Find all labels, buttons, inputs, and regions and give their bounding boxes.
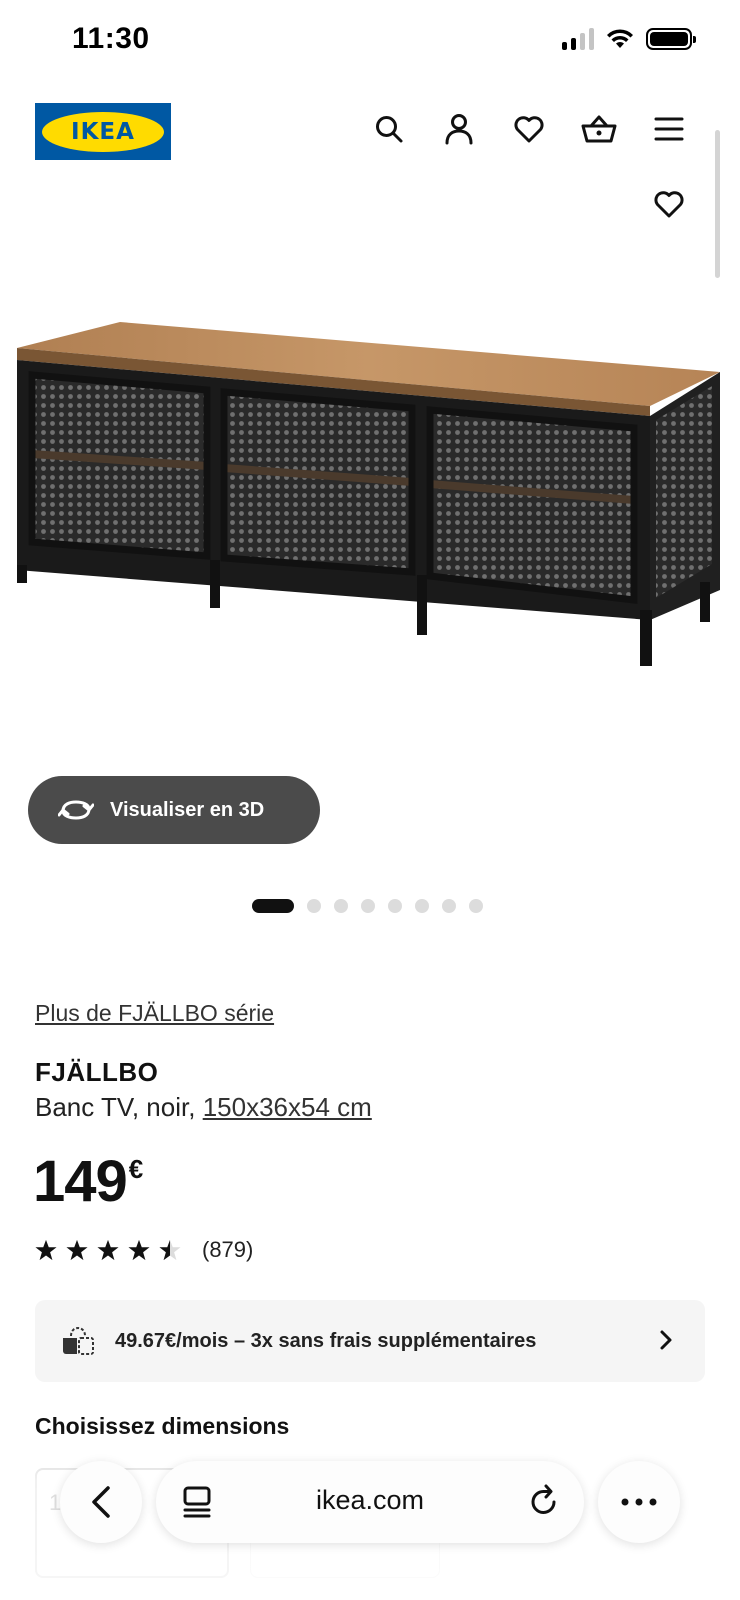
reload-icon[interactable]	[528, 1484, 560, 1518]
product-name: FJÄLLBO	[35, 1057, 159, 1087]
status-time: 11:30	[72, 22, 150, 55]
price-currency: €	[128, 1154, 144, 1184]
rotate-3d-icon	[58, 800, 94, 820]
product-price: 149€	[33, 1148, 144, 1215]
review-count[interactable]: (879)	[202, 1237, 253, 1263]
basket-icon[interactable]	[580, 110, 618, 148]
star-full-icon	[97, 1239, 119, 1261]
carousel-dot[interactable]	[361, 899, 375, 913]
account-icon[interactable]	[440, 110, 478, 148]
view-3d-label: Visualiser en 3D	[110, 798, 265, 821]
product-description: Banc TV, noir, 150x36x54 cm	[35, 1092, 372, 1123]
header-icons	[370, 110, 688, 148]
url-text: ikea.com	[315, 1485, 425, 1515]
site-header: IKEA	[0, 100, 740, 160]
price-amount: 149	[33, 1149, 128, 1214]
star-full-icon	[35, 1239, 57, 1261]
carousel-dot[interactable]	[415, 899, 429, 913]
battery-icon	[646, 28, 696, 50]
star-half-icon	[159, 1239, 181, 1261]
star-full-icon	[66, 1239, 88, 1261]
product-dimensions-link[interactable]: 150x36x54 cm	[203, 1092, 372, 1122]
star-full-icon	[128, 1239, 150, 1261]
address-bar[interactable]: ikea.com	[156, 1461, 584, 1543]
wifi-icon	[607, 29, 633, 48]
product-image[interactable]	[12, 320, 728, 680]
menu-icon[interactable]	[650, 110, 688, 148]
more-icon	[621, 1498, 657, 1506]
heart-icon	[654, 191, 684, 218]
product-type: Banc TV, noir,	[35, 1092, 196, 1122]
cellular-signal-icon	[562, 28, 594, 50]
chevron-right-icon	[660, 1330, 672, 1350]
carousel-dot[interactable]	[334, 899, 348, 913]
add-to-favourites-button[interactable]	[650, 185, 688, 223]
carousel-dot[interactable]	[307, 899, 321, 913]
browser-back-button[interactable]	[60, 1461, 142, 1543]
view-3d-button[interactable]: Visualiser en 3D	[28, 776, 320, 844]
installment-icon	[63, 1326, 94, 1355]
carousel-dots	[252, 899, 483, 913]
browser-more-button[interactable]	[598, 1461, 680, 1543]
carousel-dot[interactable]	[388, 899, 402, 913]
carousel-dot[interactable]	[442, 899, 456, 913]
series-link[interactable]: Plus de FJÄLLBO série	[35, 1000, 274, 1027]
payment-plan-text: 49.67€/mois – 3x sans frais supplémentai…	[115, 1329, 537, 1352]
ikea-logo[interactable]: IKEA	[35, 103, 171, 160]
chevron-left-icon	[92, 1486, 110, 1518]
heart-icon[interactable]	[510, 110, 548, 148]
carousel-dot[interactable]	[469, 899, 483, 913]
status-bar: 11:30	[0, 0, 740, 84]
product-rating[interactable]: (879)	[35, 1237, 253, 1263]
search-icon[interactable]	[370, 110, 408, 148]
scroll-indicator[interactable]	[715, 130, 720, 278]
payment-plan-banner[interactable]: 49.67€/mois – 3x sans frais supplémentai…	[35, 1300, 705, 1382]
status-icons	[562, 28, 696, 50]
logo-text: IKEA	[71, 118, 135, 145]
carousel-dot[interactable]	[252, 899, 294, 913]
